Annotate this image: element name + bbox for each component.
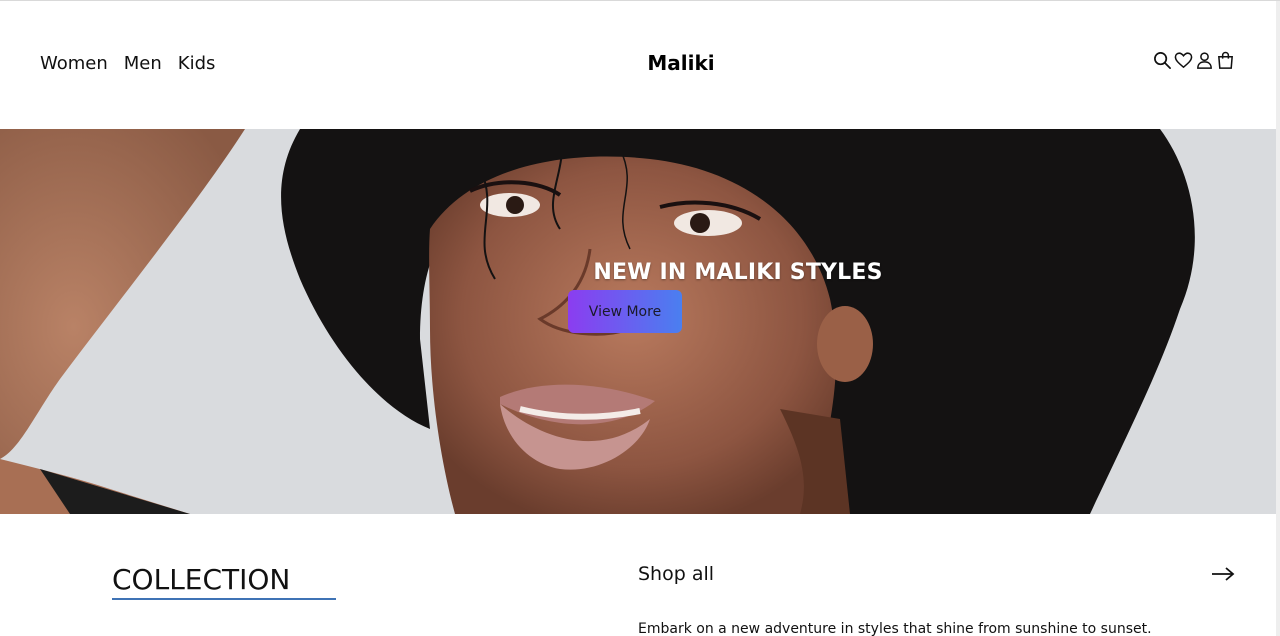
arrow-right-icon[interactable]: [1211, 566, 1235, 582]
collection-description: Embark on a new adventure in styles that…: [638, 621, 1152, 636]
heart-icon[interactable]: [1174, 51, 1193, 70]
user-icon[interactable]: [1195, 51, 1214, 70]
hero-banner: NEW IN MALIKI STYLES View More: [0, 129, 1276, 514]
collection-underline: [112, 598, 336, 600]
search-icon[interactable]: [1153, 51, 1172, 70]
shop-all-link[interactable]: Shop all: [638, 563, 714, 585]
scrollbar[interactable]: [1276, 1, 1280, 636]
header-icons: [1153, 51, 1235, 70]
bag-icon[interactable]: [1216, 51, 1235, 70]
site-header: Women Men Kids Maliki: [0, 1, 1276, 129]
view-more-button[interactable]: View More: [568, 290, 682, 333]
hero-title: NEW IN MALIKI STYLES: [593, 260, 883, 285]
collection-title: COLLECTION: [112, 563, 291, 596]
brand-logo[interactable]: Maliki: [0, 51, 1280, 75]
page: Women Men Kids Maliki NEW IN MALIKI STYL…: [0, 0, 1280, 636]
